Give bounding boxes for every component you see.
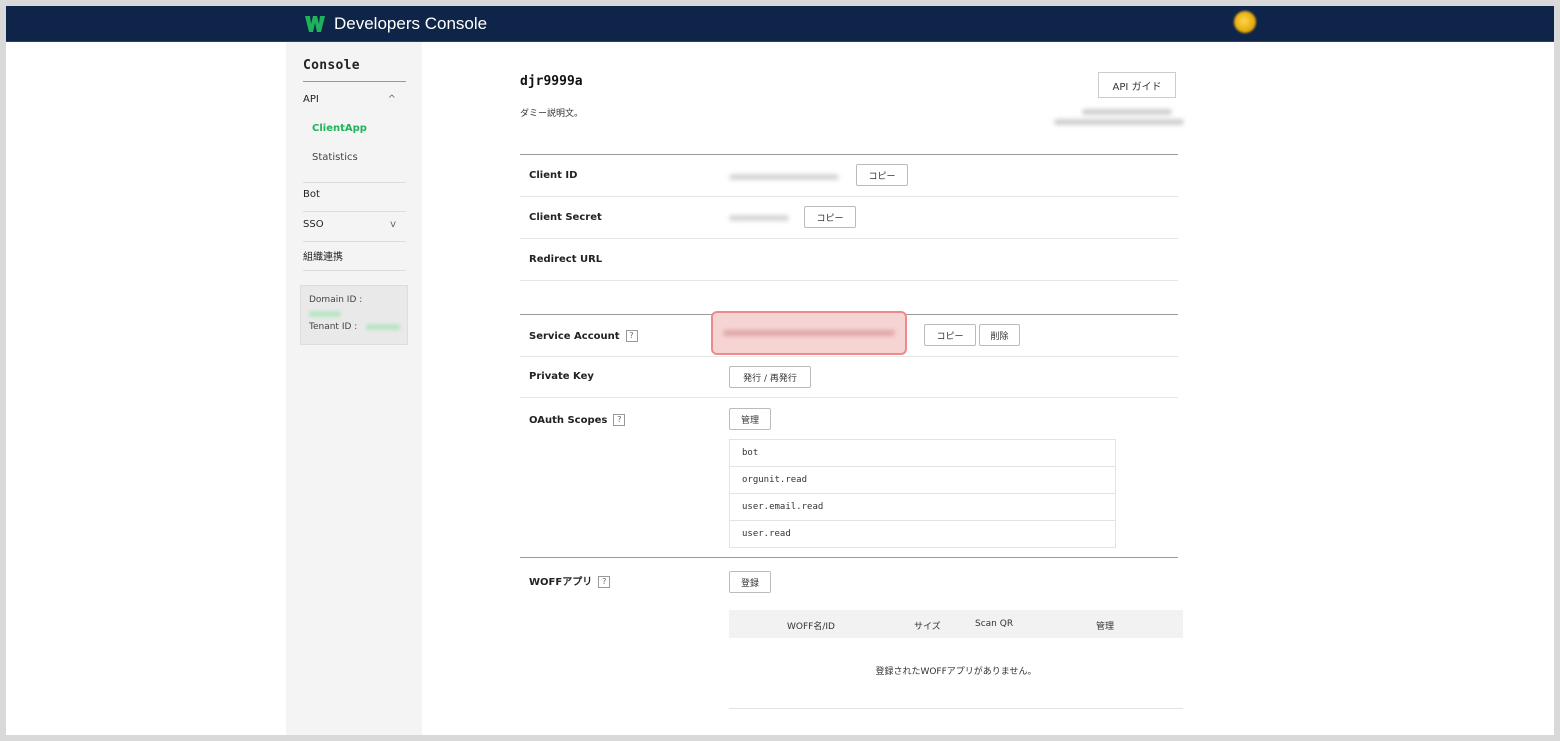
oauth-scopes-label-text: OAuth Scopes — [529, 415, 608, 426]
woff-empty-message: 登録されたWOFFアプリがありません。 — [875, 667, 1037, 677]
app-name: djr9999a — [520, 74, 583, 89]
divider — [520, 196, 1178, 197]
private-key-issue-button[interactable]: 発行 / 再発行 — [729, 366, 811, 388]
sidebar-item-sso[interactable]: SSO v — [303, 219, 406, 230]
column-header: Scan QR — [975, 619, 1014, 629]
main-content: djr9999a ダミー説明文。 API ガイド Client ID コピー C… — [520, 42, 1184, 735]
oauth-scopes-manage-button[interactable]: 管理 — [729, 408, 771, 430]
sidebar-item-api[interactable]: API ^ — [303, 94, 406, 105]
owner-info — [1044, 105, 1184, 133]
service-account-label: Service Account? — [529, 330, 638, 342]
oauth-scopes-label: OAuth Scopes? — [529, 414, 626, 426]
service-account-copy-button[interactable]: コピー — [924, 324, 976, 346]
domain-id-value — [309, 309, 341, 319]
divider — [303, 182, 406, 183]
sidebar-item-org-link[interactable]: 組織連携 — [303, 248, 406, 263]
tenant-id-label: Tenant ID : — [309, 322, 358, 332]
private-key-label: Private Key — [529, 371, 594, 382]
list-item: orgunit.read — [730, 467, 1115, 494]
help-icon[interactable]: ? — [613, 414, 626, 426]
app-title: Developers Console — [334, 13, 488, 33]
client-secret-value — [729, 215, 789, 221]
divider — [520, 557, 1178, 558]
app-description: ダミー説明文。 — [520, 109, 584, 119]
brand[interactable]: Developers Console — [304, 11, 487, 36]
sidebar-title: Console — [303, 58, 360, 73]
redirect-url-label: Redirect URL — [529, 254, 603, 265]
divider — [303, 241, 406, 242]
tenant-info-box: Domain ID : Tenant ID : — [300, 285, 408, 345]
divider — [520, 280, 1178, 281]
divider — [520, 397, 1178, 398]
divider — [303, 211, 406, 212]
service-account-value — [711, 311, 907, 355]
top-navbar: Developers Console — [6, 6, 1554, 42]
divider — [520, 238, 1178, 239]
client-id-label: Client ID — [529, 170, 578, 181]
woff-label-text: WOFFアプリ — [529, 577, 593, 588]
sidebar: Console API ^ ClientApp Statistics Bot S… — [286, 42, 422, 735]
client-secret-label: Client Secret — [529, 212, 602, 223]
divider — [729, 708, 1183, 709]
help-icon[interactable]: ? — [625, 330, 638, 342]
divider — [520, 356, 1178, 357]
client-secret-copy-button[interactable]: コピー — [804, 206, 856, 228]
service-account-delete-button[interactable]: 削除 — [979, 324, 1020, 346]
domain-id-label: Domain ID : — [309, 295, 363, 305]
divider — [303, 270, 406, 271]
scope-list: bot orgunit.read user.email.read user.re… — [729, 439, 1116, 548]
works-logo-icon — [305, 15, 325, 32]
app-window: Developers Console Console API ^ ClientA… — [6, 6, 1554, 735]
column-header: サイズ — [914, 622, 941, 632]
list-item: user.read — [742, 529, 791, 539]
sidebar-item-statistics[interactable]: Statistics — [312, 152, 415, 163]
api-guide-button[interactable]: API ガイド — [1098, 72, 1176, 98]
divider — [303, 81, 406, 82]
chevron-down-icon: v — [390, 219, 396, 230]
woff-label: WOFFアプリ? — [529, 573, 611, 588]
service-account-label-text: Service Account — [529, 331, 620, 342]
sidebar-item-clientapp[interactable]: ClientApp — [312, 123, 415, 134]
tenant-id-row: Tenant ID : — [309, 322, 401, 332]
divider — [520, 154, 1178, 155]
column-header: WOFF名/ID — [787, 622, 835, 632]
list-item: bot — [730, 440, 1115, 467]
sidebar-item-label: API — [303, 94, 319, 105]
woff-table-header: WOFF名/ID サイズ Scan QR 管理 — [729, 610, 1183, 638]
chevron-up-icon: ^ — [387, 94, 396, 105]
column-header: 管理 — [1096, 622, 1115, 632]
list-item: user.email.read — [730, 494, 1115, 521]
woff-register-button[interactable]: 登録 — [729, 571, 771, 593]
sidebar-item-label: SSO — [303, 219, 324, 230]
tenant-id-value — [366, 323, 401, 330]
client-id-copy-button[interactable]: コピー — [856, 164, 908, 186]
user-avatar[interactable] — [1234, 11, 1256, 33]
sidebar-item-bot[interactable]: Bot — [303, 189, 406, 200]
client-id-value — [729, 174, 839, 180]
help-icon[interactable]: ? — [598, 576, 611, 588]
